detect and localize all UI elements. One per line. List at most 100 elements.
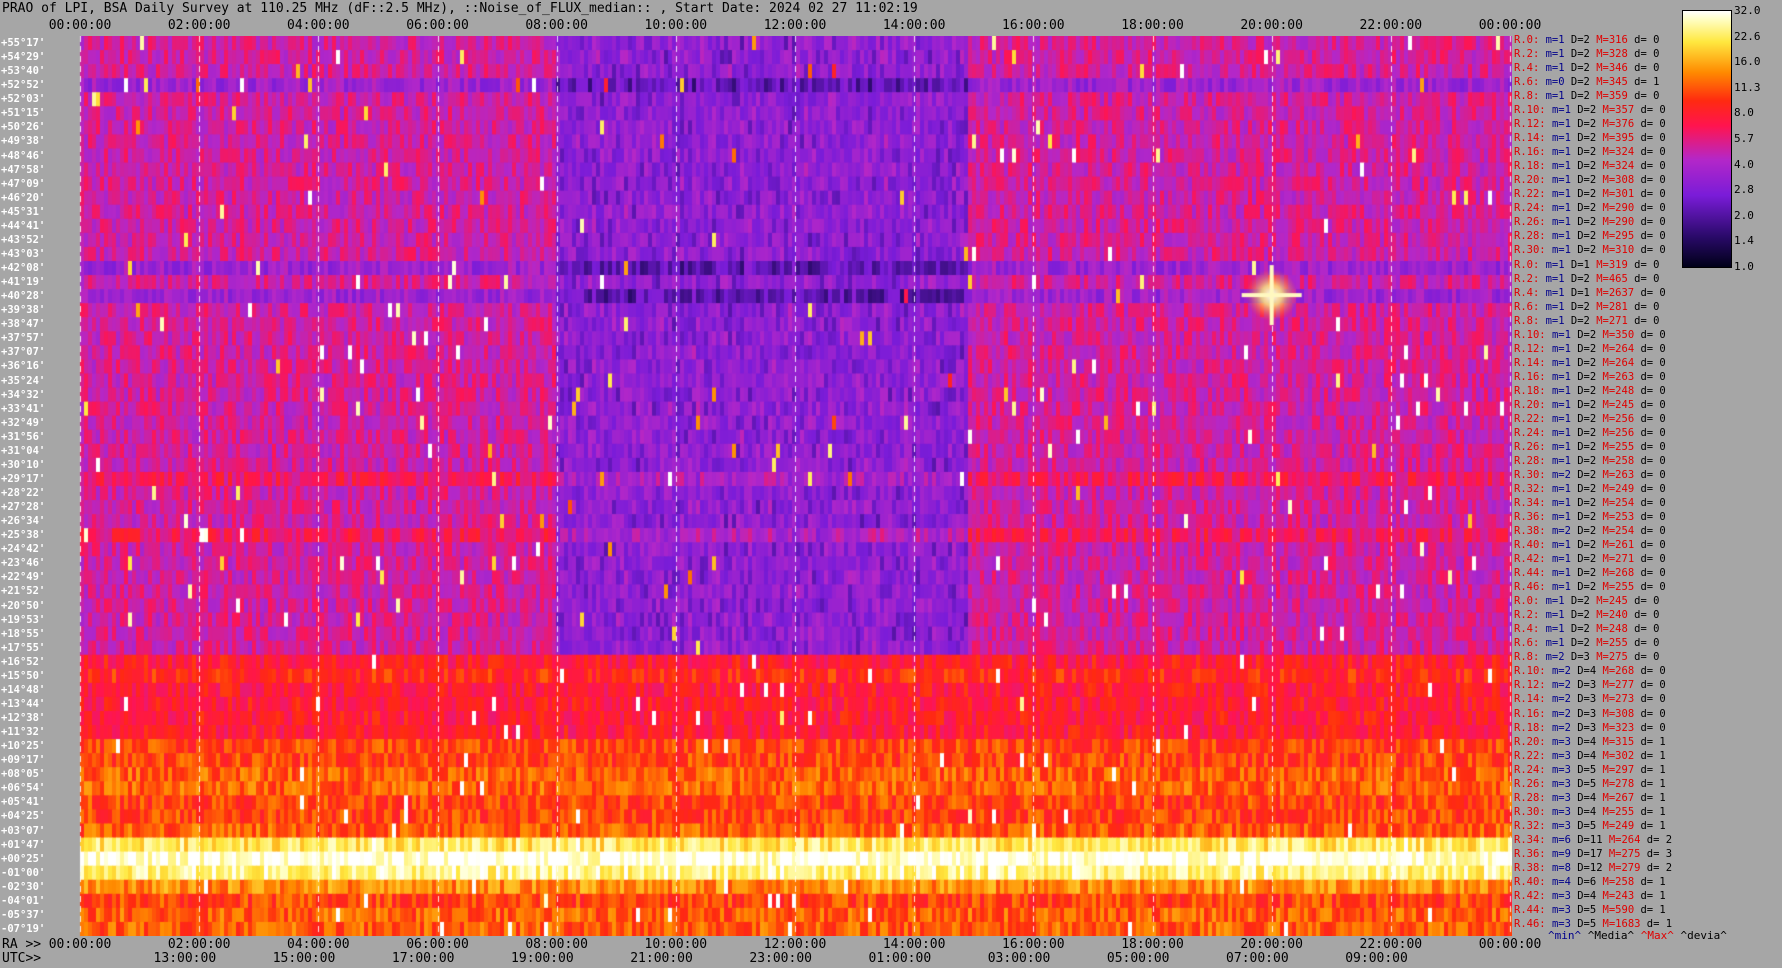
- row-stat: R.40: m=4 D=6 M=258 d= 1: [1514, 875, 1666, 888]
- row-stat: R.28: m=3 D=4 M=267 d= 1: [1514, 791, 1666, 804]
- ra-tick: 10:00:00: [644, 937, 708, 952]
- row-stat: R.14: m=1 D=2 M=395 d= 0: [1514, 132, 1666, 145]
- row-stat: R.44: m=1 D=2 M=268 d= 0: [1514, 567, 1666, 580]
- dec-label: -05°37': [1, 908, 46, 921]
- row-stat: R.32: m=3 D=5 M=249 d= 1: [1514, 819, 1666, 832]
- row-stat: R.10: m=1 D=2 M=357 d= 0: [1514, 104, 1666, 117]
- ra-tick: 16:00:00: [1002, 937, 1065, 952]
- row-stat: R.2: m=1 D=2 M=240 d= 0: [1514, 609, 1660, 622]
- row-stat: R.30: m=2 D=2 M=263 d= 0: [1514, 468, 1666, 481]
- row-stat: R.12: m=1 D=2 M=264 d= 0: [1514, 342, 1666, 355]
- dec-label: +12°38': [1, 712, 46, 724]
- dec-label: +22°49': [1, 571, 46, 584]
- dec-label: +31°04': [1, 444, 46, 457]
- row-stat: R.16: m=1 D=2 M=324 d= 0: [1514, 146, 1666, 159]
- row-stat: R.20: m=1 D=2 M=308 d= 0: [1514, 174, 1666, 187]
- dec-label: +10°25': [1, 740, 46, 753]
- utc-tick: 19:00:00: [511, 951, 574, 966]
- dec-label: +05°41': [1, 796, 46, 809]
- dec-label: +42°08': [1, 262, 46, 274]
- row-stat: R.10: m=1 D=2 M=350 d= 0: [1514, 328, 1666, 341]
- dec-label: +41°19': [1, 276, 46, 289]
- ra-tick: 02:00:00: [167, 937, 231, 952]
- row-stat: R.38: m=2 D=2 M=254 d= 0: [1514, 525, 1666, 538]
- row-stat: R.30: m=3 D=4 M=255 d= 1: [1514, 805, 1666, 818]
- row-stat: R.6: m=1 D=2 M=255 d= 0: [1514, 637, 1660, 650]
- utc-tick: 17:00:00: [391, 951, 455, 966]
- row-stat: R.0: m=1 D=2 M=316 d= 0: [1514, 34, 1660, 46]
- row-stat: R.0: m=1 D=2 M=245 d= 0: [1514, 595, 1660, 608]
- dec-label: +50°26': [1, 121, 46, 134]
- row-stat: R.36: m=1 D=2 M=253 d= 0: [1514, 511, 1666, 524]
- dec-label: +44°41': [1, 219, 46, 232]
- row-stat: R.26: m=1 D=2 M=290 d= 0: [1514, 216, 1666, 229]
- row-stat: R.24: m=3 D=5 M=297 d= 1: [1514, 763, 1666, 776]
- dec-label: +35°24': [1, 374, 46, 387]
- utc-tick: 13:00:00: [153, 951, 217, 966]
- dec-label: -07°19': [1, 922, 46, 935]
- dec-label: +17°55': [1, 641, 46, 654]
- dec-label: +40°28': [1, 290, 46, 303]
- dec-label: +37°57': [1, 332, 46, 345]
- dec-label: +32°49': [1, 416, 46, 429]
- row-stat: R.4: m=1 D=1 M=2637 d= 0: [1514, 286, 1666, 299]
- dec-label: +37°07': [1, 346, 46, 359]
- ra-tick: 00:00:00: [1478, 937, 1542, 952]
- colorbar-tick: 2.0: [1734, 208, 1754, 222]
- dec-label: +09°17': [1, 754, 46, 767]
- row-stat: R.18: m=2 D=3 M=323 d= 0: [1514, 721, 1666, 734]
- row-stat: R.14: m=2 D=3 M=273 d= 0: [1514, 693, 1666, 706]
- row-stat: R.4: m=1 D=2 M=248 d= 0: [1514, 623, 1660, 636]
- row-stat: R.26: m=3 D=5 M=278 d= 1: [1514, 777, 1666, 790]
- colorbar-tick: 2.8: [1734, 183, 1754, 197]
- dec-label: +46°20': [1, 191, 46, 204]
- dec-label: +14°48': [1, 683, 46, 696]
- row-stat: R.18: m=1 D=2 M=248 d= 0: [1514, 384, 1666, 397]
- dec-label: +54°29': [1, 51, 46, 64]
- heatmap-plot[interactable]: [0, 36, 1512, 936]
- top-tick: 20:00:00: [1240, 18, 1303, 33]
- top-tick: 02:00:00: [167, 18, 231, 33]
- ra-tick: 06:00:00: [406, 937, 469, 952]
- dec-label: +24°42': [1, 543, 46, 556]
- dec-label: +04°25': [1, 810, 46, 823]
- dec-label: +36°16': [1, 360, 46, 373]
- dec-label: +20°50': [1, 599, 46, 612]
- row-stat: R.2: m=1 D=2 M=328 d= 0: [1514, 48, 1660, 61]
- dec-label: +11°32': [1, 726, 46, 739]
- chart-title: PRAO of LPI, BSA Daily Survey at 110.25 …: [2, 1, 918, 16]
- row-stat: R.16: m=2 D=3 M=308 d= 0: [1514, 707, 1666, 720]
- ra-tick: 22:00:00: [1359, 937, 1423, 952]
- dec-label: +28°22': [1, 487, 46, 499]
- dec-label: +08°05': [1, 768, 46, 781]
- row-stat: R.26: m=1 D=2 M=255 d= 0: [1514, 440, 1666, 453]
- dec-label: +03°07': [1, 824, 46, 837]
- declination-labels: +55°17' +54°29' +53°40' +52°52' +52°03' +51°1…: [0, 36, 80, 936]
- top-tick: 18:00:00: [1121, 18, 1184, 33]
- row-stat: R.6: m=1 D=2 M=281 d= 0: [1514, 300, 1660, 313]
- dec-label: +47°58': [1, 163, 46, 176]
- utc-tick: 21:00:00: [630, 951, 693, 966]
- row-stat: R.22: m=3 D=4 M=302 d= 1: [1514, 749, 1666, 762]
- colorbar-tick: 22.6: [1734, 29, 1761, 43]
- ra-tick: 08:00:00: [525, 937, 588, 952]
- row-stat: R.2: m=1 D=2 M=465 d= 0: [1514, 272, 1660, 285]
- utc-tick: 05:00:00: [1106, 951, 1170, 966]
- dec-label: +21°52': [1, 585, 46, 598]
- colorbar-labels: 32.0 22.6 16.0 11.3 8.0 5.7 4.0 2.8 2.0 1.4 1.0: [1734, 4, 1782, 274]
- row-stat: R.44: m=3 D=5 M=590 d= 1: [1514, 903, 1666, 916]
- row-stat: R.28: m=1 D=2 M=258 d= 0: [1514, 454, 1666, 467]
- dec-label: +43°52': [1, 233, 46, 246]
- row-stat: R.14: m=1 D=2 M=264 d= 0: [1514, 356, 1666, 369]
- dec-label: +00°25': [1, 852, 46, 865]
- row-stat: R.10: m=2 D=4 M=268 d= 0: [1514, 665, 1666, 678]
- colorbar-tick: 16.0: [1734, 55, 1761, 69]
- top-tick: 16:00:00: [1002, 18, 1065, 33]
- row-stat: R.38: m=8 D=12 M=279 d= 2: [1514, 861, 1673, 874]
- row-stat: R.8: m=1 D=2 M=359 d= 0: [1514, 90, 1660, 103]
- dec-label: +33°41': [1, 402, 46, 415]
- dec-label: +15°50': [1, 669, 46, 682]
- top-ra-axis: 00:00:00 02:00:00 04:00:00 06:00:00 08:00:00…: [0, 18, 1782, 34]
- dec-label: -01°00': [1, 866, 46, 879]
- top-tick: 14:00:00: [882, 18, 946, 33]
